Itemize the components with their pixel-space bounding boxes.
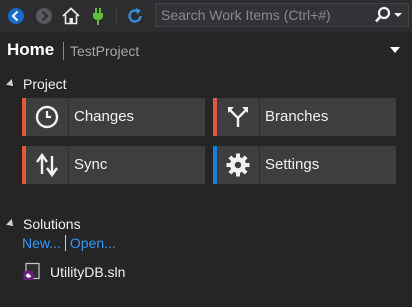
tile-accent [213,98,217,136]
chevron-down-icon [390,47,400,53]
forward-icon[interactable] [34,6,54,26]
refresh-icon[interactable] [125,6,145,26]
project-name: TestProject [70,43,140,59]
gear-icon [225,152,251,178]
tile-label: Changes [74,108,135,125]
tile-accent [22,146,26,184]
new-solution-link[interactable]: New... [22,235,61,251]
solutions-links: New... Open... [22,235,116,251]
connect-icon[interactable] [88,6,108,26]
solutions-section-label: Solutions [23,216,81,232]
toolbar-separator [116,6,117,26]
project-section-header[interactable]: Project [6,76,67,92]
toolbar [0,0,412,32]
solutions-section-header[interactable]: Solutions [6,216,81,232]
tile-accent [22,98,26,136]
tile-divider [259,146,260,184]
tile-label: Settings [265,156,320,173]
search-button[interactable] [370,5,406,25]
link-separator [64,235,66,251]
solution-name: UtilityDB.sln [50,264,126,280]
tile-label: Branches [265,108,329,125]
tile-divider [68,98,69,136]
tile-divider [68,146,69,184]
page-title: Home [7,40,55,59]
search-icon [375,6,402,23]
solution-file-icon [22,262,42,282]
tile-sync[interactable]: Sync [22,146,205,184]
tile-branches[interactable]: Branches [213,98,396,136]
tile-accent [213,146,217,184]
branch-icon [225,104,251,130]
project-section-label: Project [23,76,67,92]
tile-settings[interactable]: Settings [213,146,396,184]
page-menu-dropdown[interactable] [388,42,402,53]
collapse-arrow-icon [6,79,16,89]
collapse-arrow-icon [6,219,16,229]
open-solution-link[interactable]: Open... [70,235,116,251]
sync-icon [34,152,60,178]
clock-icon [34,104,60,130]
tile-changes[interactable]: Changes [22,98,205,136]
tile-divider [259,98,260,136]
tile-label: Sync [74,156,108,173]
back-icon[interactable] [6,6,26,26]
search-box [155,3,409,27]
home-icon[interactable] [61,6,81,26]
title-separator [63,42,64,60]
search-input[interactable] [156,4,370,26]
